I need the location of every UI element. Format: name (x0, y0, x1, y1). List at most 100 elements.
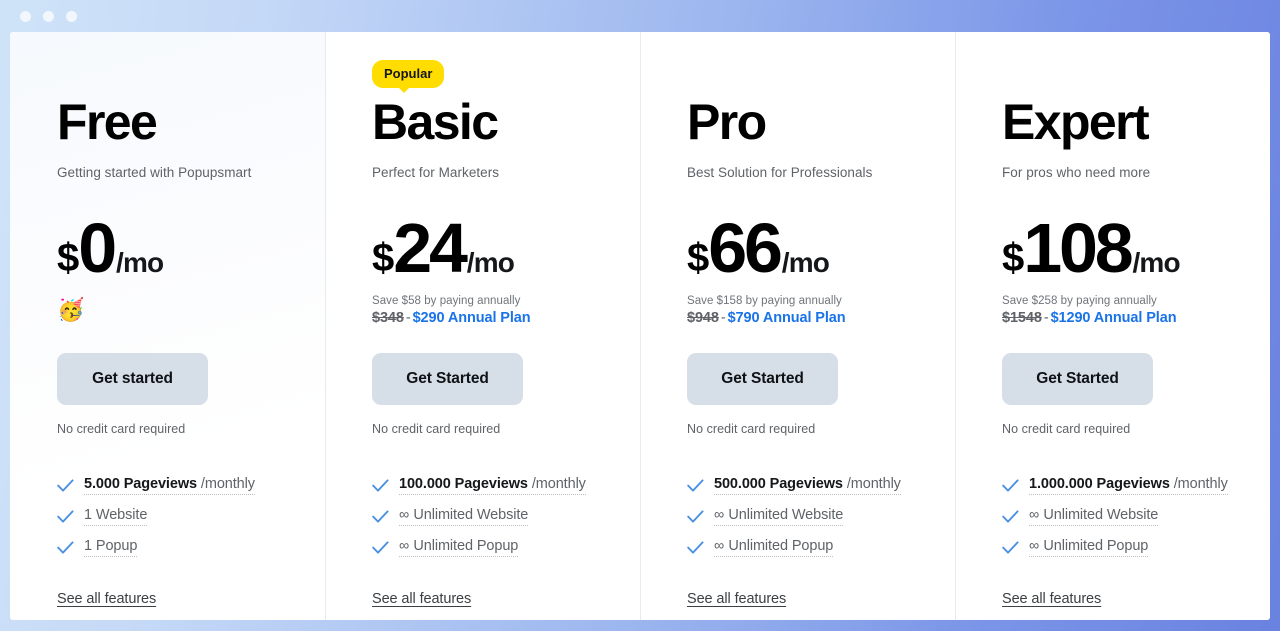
feature-suffix: Unlimited Popup (413, 538, 519, 554)
feature-text: 5.000 Pageviews /monthly (84, 476, 255, 495)
check-icon (372, 540, 389, 554)
annual-savings: Save $58 by paying annually $348- $290 Ann… (372, 295, 640, 335)
feature-list: 500.000 Pageviews /monthly ∞ Unlimited We… (687, 470, 955, 563)
old-annual-price: $348 (372, 310, 404, 326)
check-icon (372, 478, 389, 492)
plan-price: $66/mo (687, 213, 955, 285)
plan-name: Free (57, 94, 158, 150)
plan-price: $108/mo (1002, 213, 1270, 285)
old-annual-price: $1548 (1002, 310, 1042, 326)
feature-prefix: ∞ (714, 507, 729, 523)
feature-suffix: Unlimited Website (1043, 507, 1159, 523)
feature-text: ∞ Unlimited Website (714, 507, 843, 526)
feature-highlight: 1.000.000 Pageviews (1029, 476, 1170, 492)
feature-suffix: Unlimited Popup (728, 538, 834, 554)
feature-suffix: /monthly (842, 476, 901, 492)
popular-badge-slot (687, 60, 955, 88)
feature-text: 100.000 Pageviews /monthly (399, 476, 586, 495)
feature-item: ∞ Unlimited Popup (372, 532, 640, 563)
plan-name: Expert (1002, 94, 1150, 150)
get-started-button[interactable]: Get Started (372, 353, 523, 405)
feature-item: 500.000 Pageviews /monthly (687, 470, 955, 501)
feature-suffix: 1 Website (84, 507, 148, 523)
feature-text: 1.000.000 Pageviews /monthly (1029, 476, 1228, 495)
feature-suffix: Unlimited Popup (1043, 538, 1149, 554)
plan-tagline: Getting started with Popupsmart (57, 165, 252, 180)
popular-badge-slot (1002, 60, 1270, 88)
feature-prefix: ∞ (399, 507, 414, 523)
plan-tagline: Best Solution for Professionals (687, 165, 873, 180)
new-annual-price[interactable]: $290 Annual Plan (413, 310, 531, 326)
price-period: /mo (466, 247, 515, 278)
check-icon (57, 540, 74, 554)
annual-savings: Save $258 by paying annually $1548- $1290 … (1002, 295, 1270, 335)
plan-column-basic: Popular Basic Perfect for Marketers $24/mo S… (325, 32, 640, 620)
new-annual-price[interactable]: $1290 Annual Plan (1051, 310, 1177, 326)
plan-name: Pro (687, 94, 767, 150)
plan-name: Basic (372, 94, 499, 150)
feature-suffix: /monthly (527, 476, 586, 492)
get-started-button[interactable]: Get Started (1002, 353, 1153, 405)
see-all-features-link[interactable]: See all features (57, 591, 156, 607)
price-currency: $ (687, 235, 709, 280)
price-amount: 0 (78, 209, 117, 287)
old-annual-price: $948 (687, 310, 719, 326)
price-dash: - (1043, 310, 1049, 326)
no-credit-card-note: No credit card required (1002, 422, 1131, 436)
feature-highlight: 500.000 Pageviews (714, 476, 843, 492)
plan-tagline: For pros who need more (1002, 165, 1151, 180)
new-annual-price[interactable]: $790 Annual Plan (728, 310, 846, 326)
plan-column-expert: Expert For pros who need more $108/mo Save … (955, 32, 1270, 620)
price-currency: $ (57, 235, 79, 280)
see-all-features-link[interactable]: See all features (687, 591, 786, 607)
plan-price: $0/mo (57, 213, 325, 285)
feature-text: ∞ Unlimited Website (399, 507, 528, 526)
popular-badge: Popular (372, 60, 445, 93)
feature-item: 100.000 Pageviews /monthly (372, 470, 640, 501)
feature-suffix: 1 Popup (84, 538, 138, 554)
see-all-features-link[interactable]: See all features (1002, 591, 1101, 607)
check-icon (1002, 540, 1019, 554)
no-credit-card-note: No credit card required (372, 422, 501, 436)
price-period: /mo (1132, 247, 1180, 278)
plan-column-pro: Pro Best Solution for Professionals $66/mo… (640, 32, 955, 620)
close-dot[interactable] (20, 10, 31, 22)
browser-chrome-bar (0, 0, 1280, 32)
feature-suffix: Unlimited Website (728, 507, 844, 523)
price-period: /mo (115, 247, 164, 278)
plan-tagline: Perfect for Marketers (372, 165, 500, 180)
feature-text: 500.000 Pageviews /monthly (714, 476, 901, 495)
price-currency: $ (1002, 235, 1024, 280)
feature-list: 100.000 Pageviews /monthly ∞ Unlimited We… (372, 470, 640, 563)
feature-text: ∞ Unlimited Popup (714, 538, 833, 557)
feature-suffix: /monthly (1169, 476, 1228, 492)
plan-column-free: Free Getting started with Popupsmart $0/mo… (10, 32, 325, 620)
annual-savings: Save $158 by paying annually $948- $790 An… (687, 295, 955, 335)
feature-item: ∞ Unlimited Website (687, 501, 955, 532)
price-amount: 24 (393, 209, 468, 287)
price-amount: 66 (708, 209, 783, 287)
feature-suffix: /monthly (196, 476, 255, 492)
feature-item: ∞ Unlimited Website (1002, 501, 1270, 532)
popular-badge-slot: Popular (372, 60, 640, 93)
price-dash: - (720, 310, 726, 326)
feature-item: ∞ Unlimited Website (372, 501, 640, 532)
feature-highlight: 100.000 Pageviews (399, 476, 528, 492)
price-amount: 108 (1023, 209, 1133, 287)
plan-price: $24/mo (372, 213, 640, 285)
check-icon (687, 478, 704, 492)
feature-item: 5.000 Pageviews /monthly (57, 470, 325, 501)
maximize-dot[interactable] (66, 10, 77, 22)
feature-item: 1 Website (57, 501, 325, 532)
minimize-dot[interactable] (43, 10, 54, 22)
no-credit-card-note: No credit card required (687, 422, 816, 436)
see-all-features-link[interactable]: See all features (372, 591, 471, 607)
check-icon (687, 540, 704, 554)
get-started-button[interactable]: Get Started (687, 353, 838, 405)
get-started-button[interactable]: Get started (57, 353, 208, 405)
price-currency: $ (372, 235, 394, 280)
feature-item: 1.000.000 Pageviews /monthly (1002, 470, 1270, 501)
pricing-table: Free Getting started with Popupsmart $0/mo… (10, 32, 1270, 620)
feature-text: ∞ Unlimited Popup (399, 538, 518, 557)
check-icon (1002, 478, 1019, 492)
